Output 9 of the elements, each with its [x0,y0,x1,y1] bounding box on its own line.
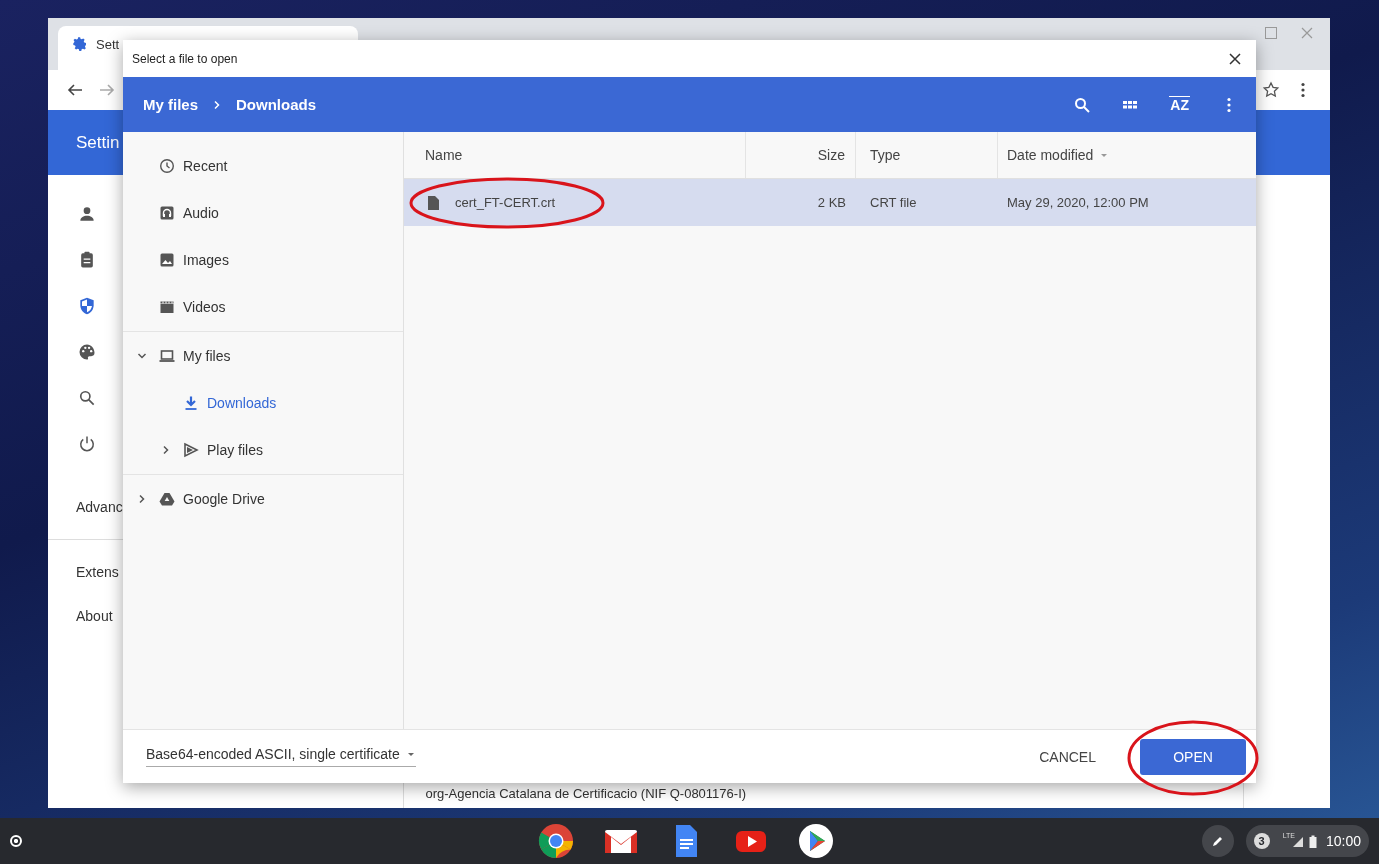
clock-time: 10:00 [1325,833,1361,849]
dialog-title: Select a file to open [132,51,238,66]
certificate-name: org-Agencia Catalana de Certificacio (NIF Q-0801176-I) [425,786,747,801]
page-title: Settin [76,132,120,153]
file-type: CRT file [870,195,917,210]
file-date: May 29, 2020, 12:00 PM [1007,195,1149,210]
file-size: 2 KB [817,195,846,210]
notification-count: 3 [1253,833,1270,849]
file-name: cert_FT-CERT.crt [455,195,556,210]
